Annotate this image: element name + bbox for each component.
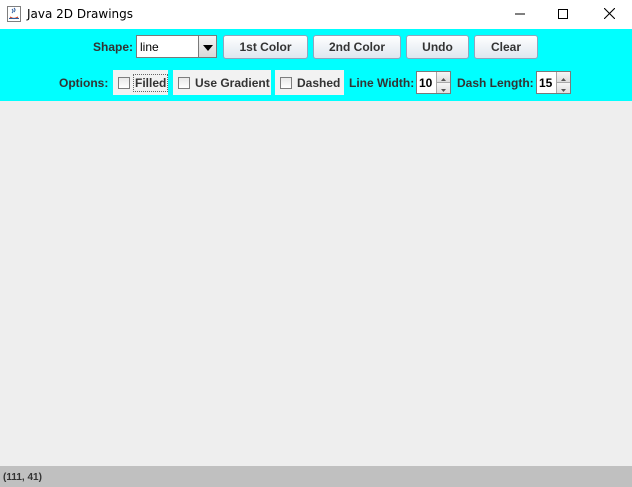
spinner-down-button[interactable] bbox=[437, 83, 450, 93]
line-width-spinner[interactable]: 10 bbox=[416, 71, 451, 94]
drawing-canvas[interactable] bbox=[0, 101, 632, 466]
checkbox-box[interactable] bbox=[280, 76, 292, 89]
window-title: Java 2D Drawings bbox=[27, 7, 134, 21]
dashed-label: Dashed bbox=[297, 75, 341, 90]
java-coffee-icon bbox=[7, 6, 21, 22]
filled-label: Filled bbox=[132, 73, 169, 92]
checkbox-box[interactable] bbox=[118, 76, 130, 89]
first-color-button[interactable]: 1st Color bbox=[223, 35, 308, 59]
use-gradient-label: Use Gradient bbox=[195, 75, 270, 90]
second-color-button[interactable]: 2nd Color bbox=[313, 35, 401, 59]
triangle-down-icon bbox=[441, 79, 446, 97]
status-bar: (111, 41) bbox=[0, 466, 632, 487]
triangle-down-icon bbox=[202, 38, 213, 56]
title-bar: Java 2D Drawings bbox=[0, 0, 632, 29]
dash-length-spinner[interactable]: 15 bbox=[536, 71, 571, 94]
shape-label: Shape: bbox=[93, 40, 134, 54]
minimize-icon bbox=[515, 6, 525, 24]
minimize-button[interactable] bbox=[497, 0, 543, 29]
spinner-buttons bbox=[556, 72, 570, 93]
mouse-coordinates: (111, 41) bbox=[3, 472, 42, 483]
dash-length-label: Dash Length: bbox=[457, 76, 534, 90]
spinner-buttons bbox=[436, 72, 450, 93]
shape-combobox[interactable]: line bbox=[136, 35, 217, 58]
line-width-label: Line Width: bbox=[349, 76, 415, 90]
spinner-down-button[interactable] bbox=[557, 83, 570, 93]
close-button[interactable] bbox=[586, 0, 632, 29]
close-icon bbox=[603, 6, 615, 24]
options-label: Options: bbox=[59, 76, 109, 90]
combo-arrow-button[interactable] bbox=[198, 36, 216, 57]
clear-button[interactable]: Clear bbox=[474, 35, 538, 59]
dashed-checkbox[interactable]: Dashed bbox=[275, 70, 344, 95]
undo-button[interactable]: Undo bbox=[406, 35, 469, 59]
use-gradient-checkbox[interactable]: Use Gradient bbox=[173, 70, 271, 95]
filled-checkbox[interactable]: Filled bbox=[113, 70, 169, 95]
line-width-value[interactable]: 10 bbox=[419, 76, 432, 90]
shape-selected-value: line bbox=[140, 40, 159, 54]
checkbox-box[interactable] bbox=[178, 76, 190, 89]
maximize-button[interactable] bbox=[540, 0, 586, 29]
maximize-icon bbox=[558, 6, 568, 24]
triangle-down-icon bbox=[561, 79, 566, 97]
dash-length-value[interactable]: 15 bbox=[539, 76, 552, 90]
